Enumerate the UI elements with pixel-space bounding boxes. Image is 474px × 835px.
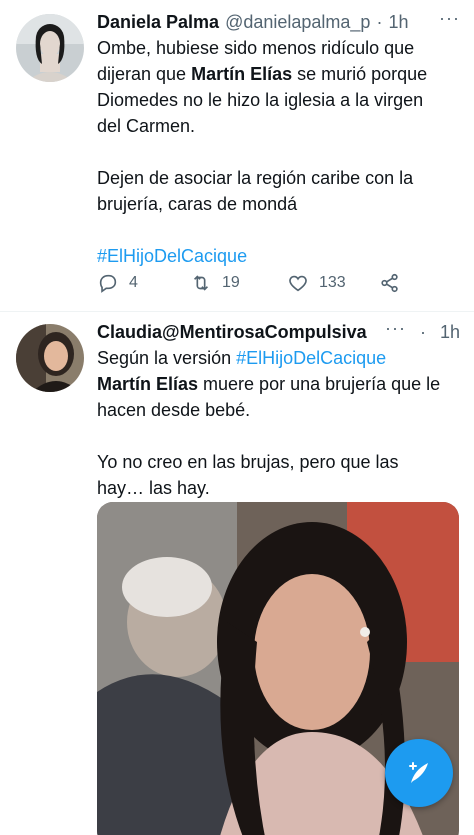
text-line: Martín Elías muere por una brujería que …: [97, 371, 460, 397]
text-fragment: dijeran que: [97, 64, 192, 84]
retweet-button[interactable]: 19: [190, 268, 240, 298]
share-button[interactable]: [379, 268, 401, 298]
like-icon: [289, 275, 307, 292]
text-line: brujería, caras de mondá: [97, 194, 298, 214]
text-line: Ombe, hubiese sido menos ridículo que: [97, 38, 415, 58]
like-button[interactable]: 133: [287, 268, 346, 298]
compose-tweet-button[interactable]: [385, 739, 453, 807]
tweet[interactable]: Daniela Palma @danielapalma_p · 1h ··· O…: [0, 0, 474, 312]
text-line: Diomedes no le hizo la iglesia a la virg…: [97, 90, 424, 110]
timestamp[interactable]: 1h: [388, 12, 408, 33]
text-line: dijeran que Martín Elías se murió porque: [97, 61, 460, 87]
text-line: hay… las hay.: [97, 478, 210, 498]
tweet-actions: 4 19 133: [97, 268, 417, 298]
retweet-icon: [193, 275, 209, 291]
text-fragment: muere por una brujería que le: [198, 374, 441, 394]
tweet-text: Según la versión #ElHijoDelCacique Martí…: [97, 345, 460, 501]
avatar[interactable]: [16, 324, 84, 392]
hashtag-link[interactable]: #ElHijoDelCacique: [97, 243, 460, 269]
text-fragment: Según la versión: [97, 348, 237, 368]
text-line: hacen desde bebé.: [97, 400, 251, 420]
separator: ·: [420, 321, 426, 342]
reply-icon: [99, 274, 117, 293]
compose-tweet-icon: [409, 762, 428, 783]
display-name[interactable]: Claudia@MentirosaCompulsiva: [97, 322, 367, 343]
display-name[interactable]: Daniela Palma: [97, 12, 219, 33]
text-line: Según la versión #ElHijoDelCacique: [97, 345, 460, 371]
avatar[interactable]: [16, 14, 84, 82]
text-line: Yo no creo en las brujas, pero que las: [97, 452, 399, 472]
share-icon: [381, 273, 398, 293]
separator: ·: [376, 11, 383, 32]
text-line: del Carmen.: [97, 116, 196, 136]
more-options-icon[interactable]: ···: [439, 8, 460, 28]
reply-button[interactable]: 4: [97, 268, 138, 298]
bold-mention: Martín Elías: [97, 374, 199, 394]
user-handle[interactable]: @danielapalma_p: [225, 12, 370, 33]
tweet-text: Ombe, hubiese sido menos ridículo que di…: [97, 35, 460, 269]
like-count: 133: [319, 274, 346, 291]
hashtag-link[interactable]: #ElHijoDelCacique: [236, 348, 386, 368]
more-options-icon[interactable]: ···: [385, 318, 406, 338]
tweet-header: Daniela Palma @danielapalma_p · 1h ···: [97, 8, 460, 36]
text-line: Dejen de asociar la región caribe con la: [97, 168, 414, 188]
timestamp[interactable]: 1h: [440, 322, 460, 343]
bold-mention: Martín Elías: [191, 64, 293, 84]
reply-count: 4: [129, 274, 138, 291]
tweet-header: Claudia@MentirosaCompulsiva ··· · 1h: [97, 318, 460, 346]
text-fragment: se murió porque: [292, 64, 428, 84]
retweet-count: 19: [222, 274, 240, 291]
